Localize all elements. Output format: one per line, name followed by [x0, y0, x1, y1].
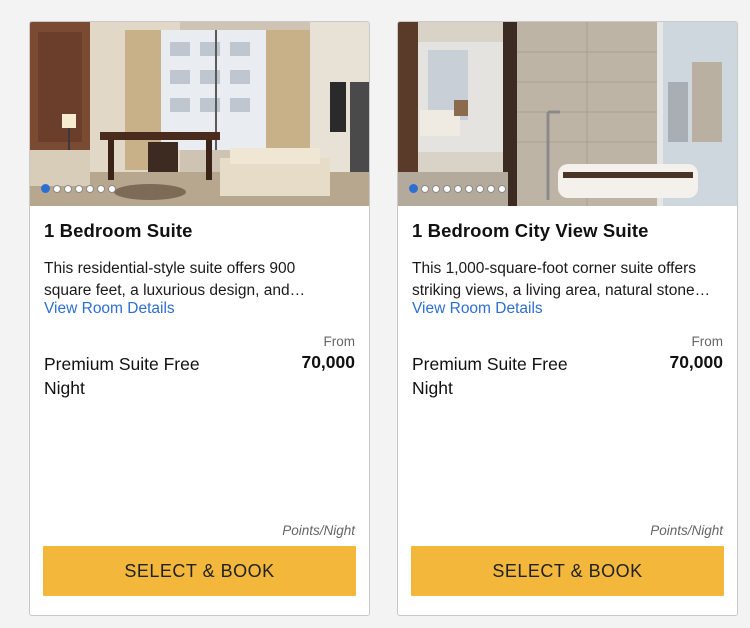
- view-room-details-link[interactable]: View Room Details: [44, 300, 175, 318]
- carousel-dot[interactable]: [443, 184, 451, 193]
- carousel-dot[interactable]: [41, 184, 50, 193]
- room-card: 1 Bedroom City View Suite This 1,000-squ…: [397, 21, 738, 616]
- room-description: This 1,000-square-foot corner suite offe…: [412, 260, 711, 299]
- points-price: 70,000: [301, 352, 355, 372]
- carousel-dot[interactable]: [53, 184, 61, 193]
- carousel-dot[interactable]: [498, 184, 506, 193]
- points-per-night-label: Points/Night: [282, 523, 355, 538]
- carousel-dot[interactable]: [108, 184, 116, 193]
- carousel-dots: [409, 184, 506, 193]
- rate-name: Premium Suite Free Night: [44, 354, 200, 398]
- carousel-dot[interactable]: [64, 184, 72, 193]
- carousel-dot[interactable]: [487, 184, 495, 193]
- carousel-dot[interactable]: [432, 184, 440, 193]
- bathroom-city-view-photo: [398, 22, 737, 206]
- carousel-dots: [41, 184, 116, 193]
- points-per-night-label: Points/Night: [650, 523, 723, 538]
- rate-name: Premium Suite Free Night: [412, 354, 568, 398]
- room-title: 1 Bedroom City View Suite: [412, 220, 649, 241]
- room-photo-living-room[interactable]: [30, 22, 369, 206]
- select-and-book-button[interactable]: SELECT & BOOK: [43, 546, 356, 596]
- points-price: 70,000: [669, 352, 723, 372]
- carousel-dot[interactable]: [454, 184, 462, 193]
- carousel-dot[interactable]: [97, 184, 105, 193]
- carousel-dot[interactable]: [476, 184, 484, 193]
- carousel-dot[interactable]: [465, 184, 473, 193]
- living-room-photo: [30, 22, 369, 206]
- room-card: 1 Bedroom Suite This residential-style s…: [29, 21, 370, 616]
- view-room-details-link[interactable]: View Room Details: [412, 300, 543, 318]
- carousel-dot[interactable]: [421, 184, 429, 193]
- room-description: This residential-style suite offers 900 …: [44, 260, 306, 299]
- from-label: From: [691, 334, 724, 349]
- carousel-dot[interactable]: [86, 184, 94, 193]
- room-title: 1 Bedroom Suite: [44, 220, 193, 241]
- carousel-dot[interactable]: [75, 184, 83, 193]
- carousel-dot[interactable]: [409, 184, 418, 193]
- from-label: From: [323, 334, 356, 349]
- room-photo-bathroom-city-view[interactable]: [398, 22, 737, 206]
- select-and-book-button[interactable]: SELECT & BOOK: [411, 546, 724, 596]
